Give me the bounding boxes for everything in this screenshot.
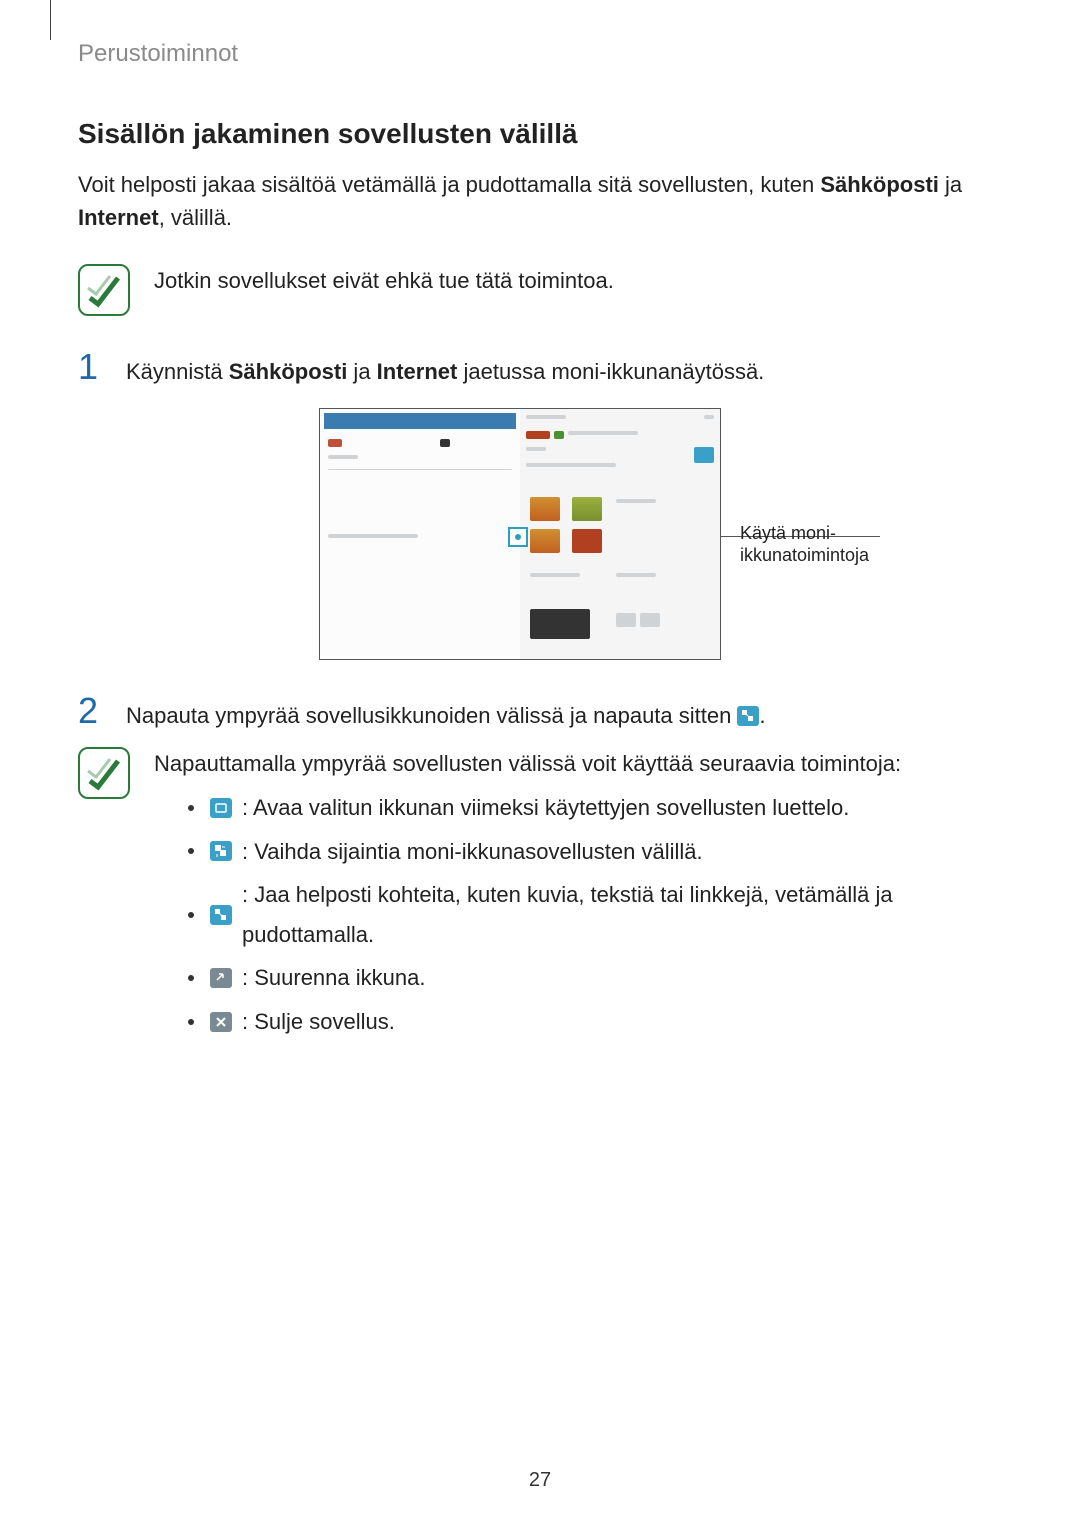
- step-text-part: ja: [347, 359, 376, 384]
- document-page: Perustoiminnot Sisällön jakaminen sovell…: [0, 0, 1080, 1527]
- drag-share-icon: [210, 905, 232, 925]
- intro-bold-1: Sähköposti: [820, 172, 939, 197]
- close-icon: [210, 1012, 232, 1032]
- step-text: Napauta ympyrää sovellusikkunoiden välis…: [126, 699, 766, 732]
- step-1: 1 Käynnistä Sähköposti ja Internet jaetu…: [78, 346, 990, 388]
- page-number: 27: [0, 1469, 1080, 1492]
- step-2: 2 Napauta ympyrää sovellusikkunoiden väl…: [78, 690, 990, 732]
- bullet-text: : Sulje sovellus.: [242, 1002, 395, 1042]
- list-item: : Jaa helposti kohteita, kuten kuvia, te…: [188, 875, 990, 954]
- bullet-dot: [188, 912, 194, 918]
- note-block-2: Napauttamalla ympyrää sovellusten väliss…: [78, 747, 990, 1046]
- maximize-icon: [210, 968, 232, 988]
- step-number: 1: [78, 346, 108, 388]
- intro-text: ja: [939, 172, 962, 197]
- note-text: Jotkin sovellukset eivät ehkä tue tätä t…: [154, 264, 614, 297]
- list-item: : Sulje sovellus.: [188, 1002, 990, 1042]
- step-text-part: jaetussa moni-ikkunanäytössä.: [457, 359, 764, 384]
- callout-label: Käytä moni-ikkunatoimintoja: [740, 523, 890, 566]
- note-icon: [78, 747, 130, 799]
- bullet-text: : Suurenna ikkuna.: [242, 958, 425, 998]
- drag-share-icon: [737, 706, 759, 726]
- note-block: Jotkin sovellukset eivät ehkä tue tätä t…: [78, 264, 990, 316]
- intro-paragraph: Voit helposti jakaa sisältöä vetämällä j…: [78, 168, 990, 234]
- list-item: : Avaa valitun ikkunan viimeksi käytetty…: [188, 788, 990, 828]
- step-text-part: .: [759, 703, 765, 728]
- step-text-bold: Sähköposti: [229, 359, 348, 384]
- figure-multiwindow: Käytä moni-ikkunatoimintoja: [319, 408, 721, 660]
- swap-windows-icon: [210, 841, 232, 861]
- bullet-dot: [188, 975, 194, 981]
- note-icon: [78, 264, 130, 316]
- intro-bold-2: Internet: [78, 205, 159, 230]
- step-text-bold: Internet: [377, 359, 458, 384]
- bullet-text: : Vaihda sijaintia moni-ikkunasovelluste…: [242, 832, 703, 872]
- bullet-dot: [188, 848, 194, 854]
- intro-text: Voit helposti jakaa sisältöä vetämällä j…: [78, 172, 820, 197]
- step-text: Käynnistä Sähköposti ja Internet jaetuss…: [126, 355, 764, 388]
- list-item: : Suurenna ikkuna.: [188, 958, 990, 998]
- step-text-part: Napauta ympyrää sovellusikkunoiden välis…: [126, 703, 737, 728]
- bullet-dot: [188, 1019, 194, 1025]
- figure-right-pane: [520, 409, 720, 659]
- multiwindow-handle-icon: [508, 527, 528, 547]
- breadcrumb: Perustoiminnot: [78, 40, 990, 68]
- bullet-text: : Avaa valitun ikkunan viimeksi käytetty…: [242, 788, 849, 828]
- bullet-dot: [188, 805, 194, 811]
- step-number: 2: [78, 690, 108, 732]
- list-item: : Vaihda sijaintia moni-ikkunasovelluste…: [188, 832, 990, 872]
- figure-left-pane: [320, 409, 520, 659]
- section-title: Sisällön jakaminen sovellusten välillä: [78, 118, 990, 150]
- step-text-part: Käynnistä: [126, 359, 229, 384]
- margin-rule: [50, 0, 51, 40]
- bullet-list: : Avaa valitun ikkunan viimeksi käytetty…: [188, 788, 990, 1042]
- intro-text: , välillä.: [159, 205, 232, 230]
- recent-apps-icon: [210, 798, 232, 818]
- bullet-text: : Jaa helposti kohteita, kuten kuvia, te…: [242, 875, 990, 954]
- note-content: Napauttamalla ympyrää sovellusten väliss…: [154, 747, 990, 1046]
- note-intro: Napauttamalla ympyrää sovellusten väliss…: [154, 747, 990, 780]
